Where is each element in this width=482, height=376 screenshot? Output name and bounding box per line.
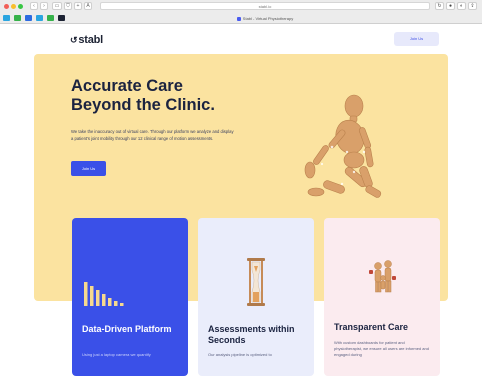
shield-icon[interactable]: ⛉ <box>64 2 72 10</box>
back-icon[interactable]: ‹ <box>30 2 38 10</box>
bookmark-icon[interactable] <box>3 15 10 21</box>
site-logo[interactable]: ↺stabl <box>70 34 103 46</box>
bookmark-icon[interactable] <box>36 15 43 21</box>
minimize-window-button[interactable] <box>11 4 16 9</box>
share-icon[interactable]: ⇪ <box>468 2 477 10</box>
browser-toolbar: ‹ › ▭ ⛉ + A stabl.io ↻ ● ◐ ⇪ Stabl - Vir… <box>0 0 482 24</box>
page-content: ↺stabl Join Us Accurate Care Beyond the … <box>0 25 482 376</box>
logo-mark-icon: ↺ <box>70 35 78 45</box>
bar-graph-icon <box>84 282 124 306</box>
card-title: Transparent Care <box>334 322 409 332</box>
hero-title-line-1: Accurate Care <box>71 77 183 95</box>
card-description: Our analysis pipeline is optimized to <box>208 352 272 357</box>
new-tab-icon[interactable]: + <box>74 2 82 10</box>
browser-window: ‹ › ▭ ⛉ + A stabl.io ↻ ● ◐ ⇪ Stabl - Vir… <box>0 0 482 376</box>
card-description: With custom dashboards for patient and p… <box>334 340 429 357</box>
logo-text: stabl <box>78 34 104 46</box>
address-bar[interactable]: stabl.io <box>100 2 430 10</box>
card-description: Using just a laptop camera we quantify <box>82 352 151 357</box>
reader-icon[interactable]: A <box>84 2 92 10</box>
hero-title-line-2: Beyond the Clinic. <box>71 96 215 114</box>
card-title: Data-Driven Platform <box>82 324 172 334</box>
extension-icon[interactable]: ● <box>446 2 455 10</box>
bookmark-icon[interactable] <box>14 15 21 21</box>
forward-icon[interactable]: › <box>40 2 48 10</box>
reload-icon[interactable]: ↻ <box>435 2 444 10</box>
wooden-mannequin-image <box>304 94 382 198</box>
hero-description: We take the inaccuracy out of virtual ca… <box>71 129 234 141</box>
bookmark-icon[interactable] <box>58 15 65 21</box>
join-us-nav-button[interactable]: Join Us <box>394 32 439 46</box>
feature-card-assessments[interactable]: Assessments within Seconds Our analysis … <box>198 218 314 376</box>
feature-card-data-driven[interactable]: Data-Driven Platform Using just a laptop… <box>72 218 188 376</box>
bookmark-icon[interactable] <box>47 15 54 21</box>
hero-title: Accurate Care Beyond the Clinic. <box>71 77 271 115</box>
browser-tab[interactable]: Stabl - Virtual Physiotherapy <box>100 14 430 23</box>
wooden-people-icon <box>369 260 396 293</box>
bookmark-icon[interactable] <box>25 15 32 21</box>
card-title: Assessments within Seconds <box>208 324 295 345</box>
join-us-hero-button[interactable]: Join Us <box>71 161 106 176</box>
zoom-window-button[interactable] <box>18 4 23 9</box>
favicon-icon <box>236 16 241 21</box>
hourglass-icon <box>247 258 265 306</box>
privacy-icon[interactable]: ◐ <box>457 2 466 10</box>
feature-card-transparent-care[interactable]: Transparent Care With custom dashboards … <box>324 218 440 376</box>
tab-title: Stabl - Virtual Physiotherapy <box>242 16 294 21</box>
close-window-button[interactable] <box>4 4 9 9</box>
sidebar-icon[interactable]: ▭ <box>52 2 62 10</box>
